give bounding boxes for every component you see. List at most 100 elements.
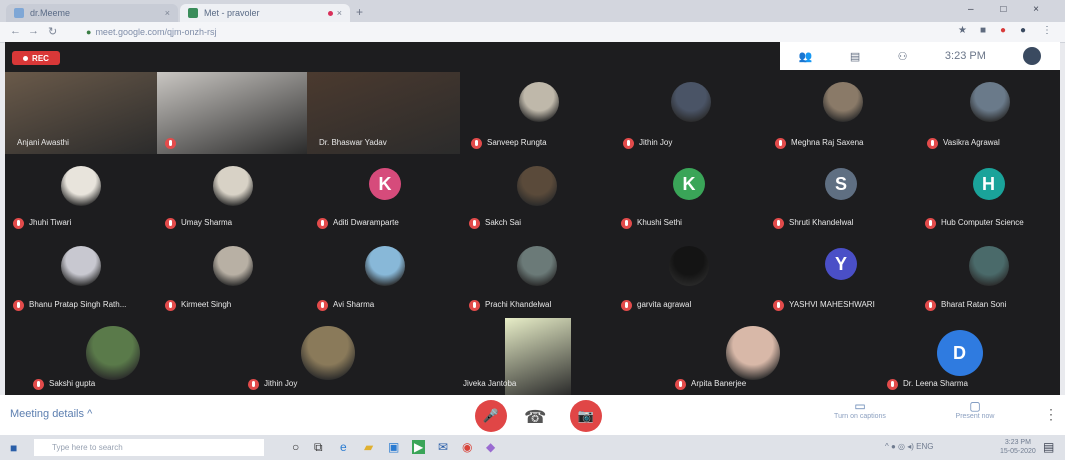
- taskbar-search-input[interactable]: Type here to search: [34, 439, 264, 456]
- participant-tile[interactable]: K Khushi Sethi: [613, 156, 765, 234]
- tab-close-icon[interactable]: ×: [165, 8, 170, 18]
- reload-icon[interactable]: ↻: [48, 25, 57, 38]
- participant-tile[interactable]: D Dr. Leena Sharma: [859, 318, 1060, 395]
- mic-muted-icon: [623, 138, 634, 149]
- participant-initial-avatar: S: [825, 168, 857, 200]
- participant-name: Arpita Banerjee: [691, 379, 747, 388]
- address-bar: ← → ↻ ● meet.google.com/qjm-onzh-rsj ★ ■ …: [0, 22, 1065, 43]
- participant-tile[interactable]: Sakch Sai: [461, 156, 613, 234]
- participant-tile[interactable]: K Aditi Dwaramparte: [309, 156, 461, 234]
- participant-name: Sakch Sai: [485, 218, 522, 227]
- chrome-icon[interactable]: ◉: [462, 440, 472, 454]
- participant-name: Prachi Khandelwal: [485, 300, 552, 309]
- task-view-icon[interactable]: ⧉: [314, 440, 323, 455]
- outlook-icon[interactable]: ✉: [438, 440, 448, 454]
- more-options-icon[interactable]: ⋮: [1044, 406, 1058, 423]
- mic-muted-icon: [927, 138, 938, 149]
- mic-muted-icon: [887, 379, 898, 390]
- participant-tile[interactable]: Dr. Bhaswar Yadav: [307, 72, 460, 154]
- meet-app-icon[interactable]: ▶: [412, 440, 426, 454]
- edge-icon[interactable]: e: [340, 440, 347, 454]
- mic-muted-icon: [773, 300, 784, 311]
- forward-arrow-icon[interactable]: →: [28, 25, 39, 37]
- participant-tile[interactable]: Anjani Awasthi: [5, 72, 157, 154]
- mic-muted-icon: [925, 218, 936, 229]
- mic-muted-icon: [925, 300, 936, 311]
- taskbar-time: 3:23 PM: [1004, 439, 1031, 446]
- captions-button[interactable]: ▭ Turn on captions: [820, 399, 900, 420]
- participant-tile[interactable]: Jiveka Jantoba: [435, 318, 647, 395]
- mic-muted-icon: [317, 300, 328, 311]
- participant-avatar: [213, 166, 253, 206]
- participant-tile[interactable]: garvita agrawal: [613, 236, 765, 316]
- participant-avatar: [669, 246, 709, 286]
- camera-off-icon: 📷: [577, 408, 595, 423]
- participant-tile[interactable]: Sanveep Rungta: [463, 72, 615, 154]
- participant-tile[interactable]: Jithin Joy: [220, 318, 435, 395]
- participant-tile[interactable]: Y YASHVI MAHESHWARI: [765, 236, 917, 316]
- mic-muted-icon: [165, 138, 176, 149]
- window-controls[interactable]: – □ ×: [968, 4, 1051, 15]
- participant-tile[interactable]: S Shruti Khandelwal: [765, 156, 917, 234]
- participant-name: Jithin Joy: [264, 379, 298, 388]
- cortana-icon[interactable]: ○: [292, 440, 299, 454]
- participant-avatar: [300, 326, 355, 380]
- participant-tile[interactable]: Kirmeet Singh: [157, 236, 309, 316]
- captions-icon: ▭: [854, 399, 866, 413]
- participant-name: Sanveep Rungta: [487, 138, 547, 147]
- tab-label: Met - pravoler: [204, 8, 260, 18]
- participants-icon[interactable]: 👥: [799, 50, 813, 63]
- store-icon[interactable]: ▣: [388, 440, 399, 454]
- browser-tab-1[interactable]: dr.Meeme ×: [6, 4, 178, 22]
- browser-tab-2[interactable]: Met - pravoler ×: [180, 4, 350, 22]
- notifications-icon[interactable]: ▤: [1043, 440, 1054, 454]
- back-arrow-icon[interactable]: ←: [10, 25, 21, 37]
- meet-top-bar: 👥 ▤ ⚇ 3:23 PM: [780, 42, 1060, 70]
- new-tab-button[interactable]: +: [356, 5, 363, 19]
- people-icon[interactable]: ⚇: [898, 50, 908, 63]
- mic-toggle-button[interactable]: 🎤: [475, 400, 507, 432]
- participant-tile[interactable]: Meghna Raj Saxena: [767, 72, 919, 154]
- participant-tile[interactable]: Umay Sharma: [157, 156, 309, 234]
- participant-tile[interactable]: Jithin Joy: [615, 72, 767, 154]
- star-icon[interactable]: ★: [958, 25, 967, 36]
- participant-tile[interactable]: Prachi Khandelwal: [461, 236, 613, 316]
- profile-icon[interactable]: ●: [1020, 25, 1026, 36]
- participant-tile[interactable]: Bharat Ratan Soni: [917, 236, 1060, 316]
- participant-avatar: [671, 82, 711, 122]
- url-field[interactable]: ● meet.google.com/qjm-onzh-rsj: [86, 25, 906, 39]
- taskbar-clock[interactable]: 3:23 PM 15-05-2020: [1000, 438, 1036, 456]
- participant-tile[interactable]: Avi Sharma: [309, 236, 461, 316]
- participant-video: [157, 72, 307, 154]
- mic-muted-icon: [13, 218, 24, 229]
- present-now-button[interactable]: ▢ Present now: [935, 399, 1015, 420]
- participant-tile[interactable]: [157, 72, 307, 154]
- mic-muted-icon: [621, 300, 632, 311]
- participant-name: Khushi Sethi: [637, 218, 682, 227]
- menu-dots-icon[interactable]: ⋮: [1042, 25, 1052, 36]
- participant-tile[interactable]: H Hub Computer Science: [917, 156, 1060, 234]
- participant-tile[interactable]: Vasikra Agrawal: [919, 72, 1060, 154]
- participant-tile[interactable]: Arpita Banerjee: [647, 318, 859, 395]
- meeting-details-button[interactable]: Meeting details ^: [10, 408, 92, 420]
- mic-muted-icon: [13, 300, 24, 311]
- extension-red-icon[interactable]: ●: [1000, 25, 1006, 36]
- meeting-controls: Meeting details ^ 🎤 ☎ 📷 ▭ Turn on caption…: [0, 395, 1065, 435]
- self-avatar[interactable]: [1023, 47, 1042, 65]
- participant-avatar: [517, 246, 557, 286]
- chat-icon[interactable]: ▤: [850, 50, 860, 63]
- extension-icon[interactable]: ■: [980, 25, 986, 36]
- app-icon[interactable]: ◆: [486, 440, 495, 454]
- mic-muted-icon: [165, 300, 176, 311]
- participant-tile[interactable]: Bhanu Pratap Singh Rath...: [5, 236, 157, 316]
- participant-tile[interactable]: Sakshi gupta: [5, 318, 220, 395]
- tab-close-icon[interactable]: ×: [337, 8, 342, 18]
- participant-tile[interactable]: Jhuhi Tiwari: [5, 156, 157, 234]
- mic-muted-icon: [775, 138, 786, 149]
- windows-start-icon[interactable]: ■: [10, 441, 17, 455]
- camera-toggle-button[interactable]: 📷: [570, 400, 602, 432]
- hang-up-button[interactable]: ☎: [524, 407, 546, 428]
- participant-name: Vasikra Agrawal: [943, 138, 1000, 147]
- file-explorer-icon[interactable]: ▰: [364, 440, 373, 454]
- system-tray-icons[interactable]: ^ ● ◎ ◂) ENG: [885, 442, 933, 451]
